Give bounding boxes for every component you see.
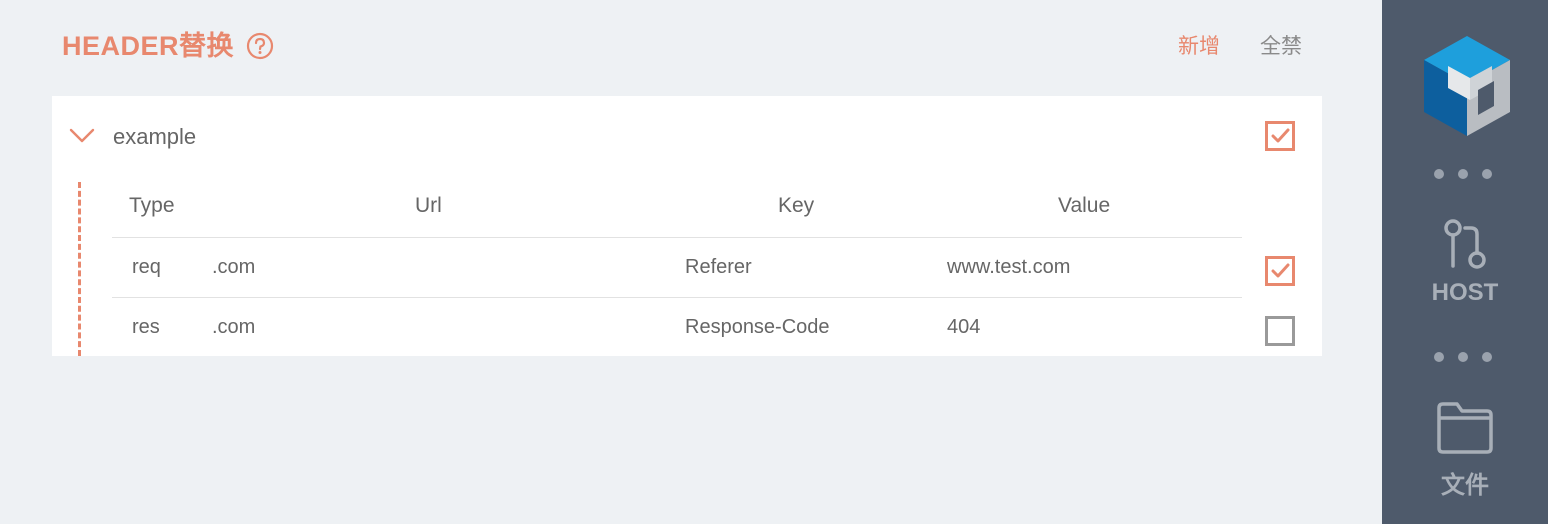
checkmark-icon — [1271, 263, 1290, 278]
row-url: .com — [212, 316, 256, 338]
rule-enable-checkbox[interactable] — [1265, 121, 1295, 151]
group-indicator-line — [78, 182, 81, 356]
rule-card-header[interactable]: example — [52, 96, 1322, 176]
folder-icon — [1437, 402, 1493, 454]
rule-name: example — [113, 124, 197, 149]
table-row[interactable]: req .com Referer www.test.com — [112, 238, 1295, 298]
branch-icon — [1444, 219, 1486, 269]
title-row: HEADER替换 — [62, 28, 274, 64]
help-icon[interactable] — [246, 32, 274, 60]
column-header-url: Url — [415, 194, 442, 217]
main-panel: HEADER替换 新增 全禁 example Type Url Key Valu… — [0, 0, 1382, 524]
row-key: Response-Code — [685, 316, 830, 338]
separator-dots — [1434, 169, 1492, 179]
add-button[interactable]: 新增 — [1178, 32, 1220, 62]
page-title: HEADER替换 — [62, 31, 235, 61]
column-header-type: Type — [129, 194, 175, 217]
row-type: req — [132, 256, 161, 278]
nav-item-file[interactable]: 文件 — [1382, 396, 1548, 500]
row-enable-checkbox[interactable] — [1265, 256, 1295, 286]
app-logo-icon — [1424, 36, 1510, 136]
row-type: res — [132, 316, 160, 338]
checkmark-icon — [1271, 128, 1290, 143]
column-header-key: Key — [778, 194, 815, 217]
nav-item-host[interactable]: HOST — [1382, 214, 1548, 307]
row-value: 404 — [947, 316, 981, 338]
column-header-value: Value — [1058, 194, 1111, 217]
table-row[interactable]: res .com Response-Code 404 — [112, 298, 1295, 357]
rule-card: example Type Url Key Value req .com Refe… — [52, 96, 1322, 356]
row-url: .com — [212, 256, 256, 278]
chevron-down-icon[interactable] — [68, 122, 96, 150]
nav-item-label: 文件 — [1441, 472, 1489, 499]
separator-dots — [1434, 352, 1492, 362]
right-sidebar: HOST 文件 — [1382, 0, 1548, 524]
row-enable-checkbox[interactable] — [1265, 316, 1295, 346]
table-header: Type Url Key Value — [112, 176, 1242, 238]
header-actions: 新增 全禁 — [1178, 32, 1302, 62]
nav-item-label: HOST — [1431, 279, 1499, 306]
row-key: Referer — [685, 256, 752, 278]
disable-all-button[interactable]: 全禁 — [1260, 32, 1302, 62]
row-value: www.test.com — [947, 256, 1071, 278]
rules-table: Type Url Key Value req .com Referer www.… — [112, 176, 1295, 357]
